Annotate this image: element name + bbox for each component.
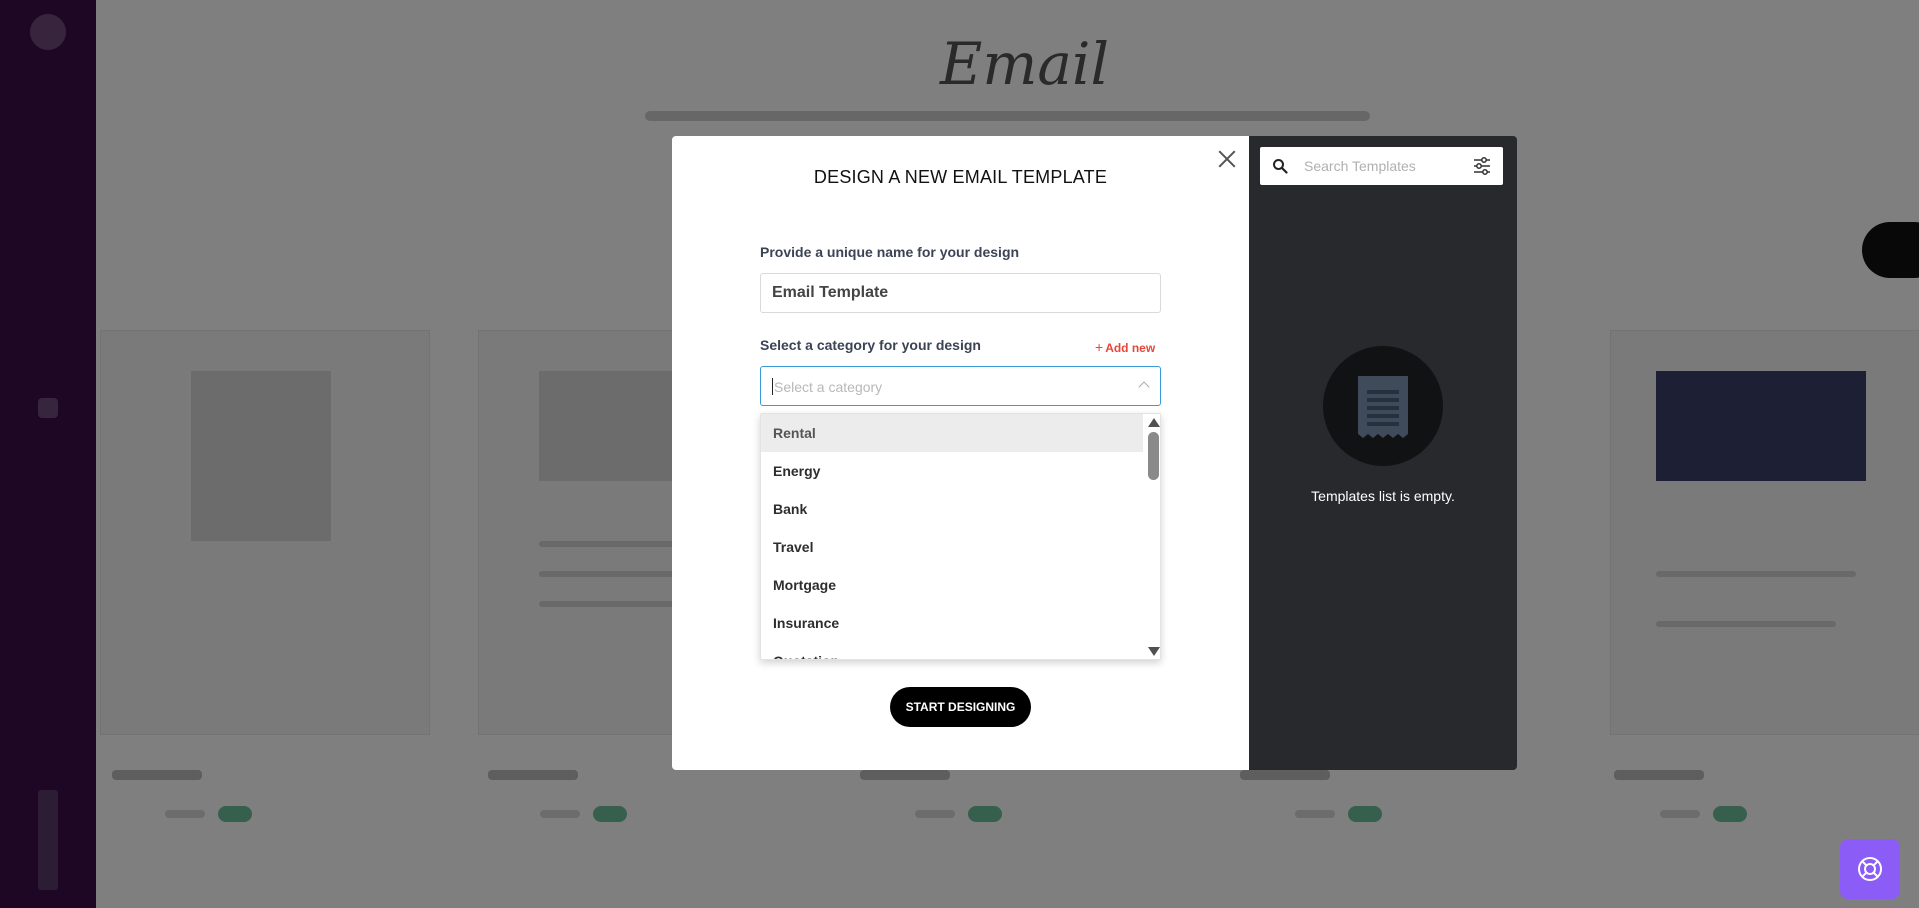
- empty-state-message: Templates list is empty.: [1311, 488, 1455, 504]
- category-field-label: Select a category for your design: [760, 337, 981, 353]
- category-option[interactable]: Quotation: [761, 642, 1143, 659]
- plus-icon: +: [1095, 339, 1104, 355]
- scroll-up-arrow-icon[interactable]: [1148, 418, 1160, 427]
- chevron-up-icon[interactable]: [1138, 381, 1150, 393]
- modal-title: DESIGN A NEW EMAIL TEMPLATE: [813, 167, 1108, 187]
- text-caret: [772, 378, 773, 395]
- category-option[interactable]: Insurance: [761, 604, 1143, 642]
- category-option[interactable]: Rental: [761, 414, 1143, 452]
- lifebuoy-icon: [1858, 857, 1882, 881]
- scrollbar-thumb[interactable]: [1148, 432, 1159, 480]
- category-option[interactable]: Energy: [761, 452, 1143, 490]
- category-option[interactable]: Mortgage: [761, 566, 1143, 604]
- category-options-list: Rental Energy Bank Travel Mortgage Insur…: [761, 414, 1143, 659]
- category-option[interactable]: Bank: [761, 490, 1143, 528]
- add-new-label: Add new: [1105, 341, 1156, 355]
- template-search-box: [1260, 147, 1503, 185]
- scroll-down-arrow-icon[interactable]: [1148, 647, 1160, 656]
- category-select-placeholder: Select a category: [774, 379, 883, 395]
- search-icon: [1273, 159, 1288, 174]
- name-field-label: Provide a unique name for your design: [760, 244, 1020, 260]
- design-name-input[interactable]: [760, 273, 1161, 313]
- document-icon: [1358, 376, 1408, 438]
- category-dropdown: Rental Energy Bank Travel Mortgage Insur…: [760, 413, 1161, 660]
- template-search-input[interactable]: [1304, 155, 1454, 177]
- category-option[interactable]: Travel: [761, 528, 1143, 566]
- start-designing-button[interactable]: START DESIGNING: [890, 687, 1031, 727]
- templates-panel: Templates list is empty.: [1249, 136, 1517, 770]
- new-template-modal: DESIGN A NEW EMAIL TEMPLATE Provide a un…: [672, 136, 1249, 770]
- category-select[interactable]: Select a category: [760, 366, 1161, 406]
- filter-icon[interactable]: [1473, 157, 1491, 175]
- help-button[interactable]: [1840, 839, 1900, 899]
- dropdown-scrollbar[interactable]: [1145, 414, 1160, 659]
- add-new-category-link[interactable]: + Add new: [1095, 339, 1155, 355]
- empty-state-illustration: [1323, 346, 1443, 466]
